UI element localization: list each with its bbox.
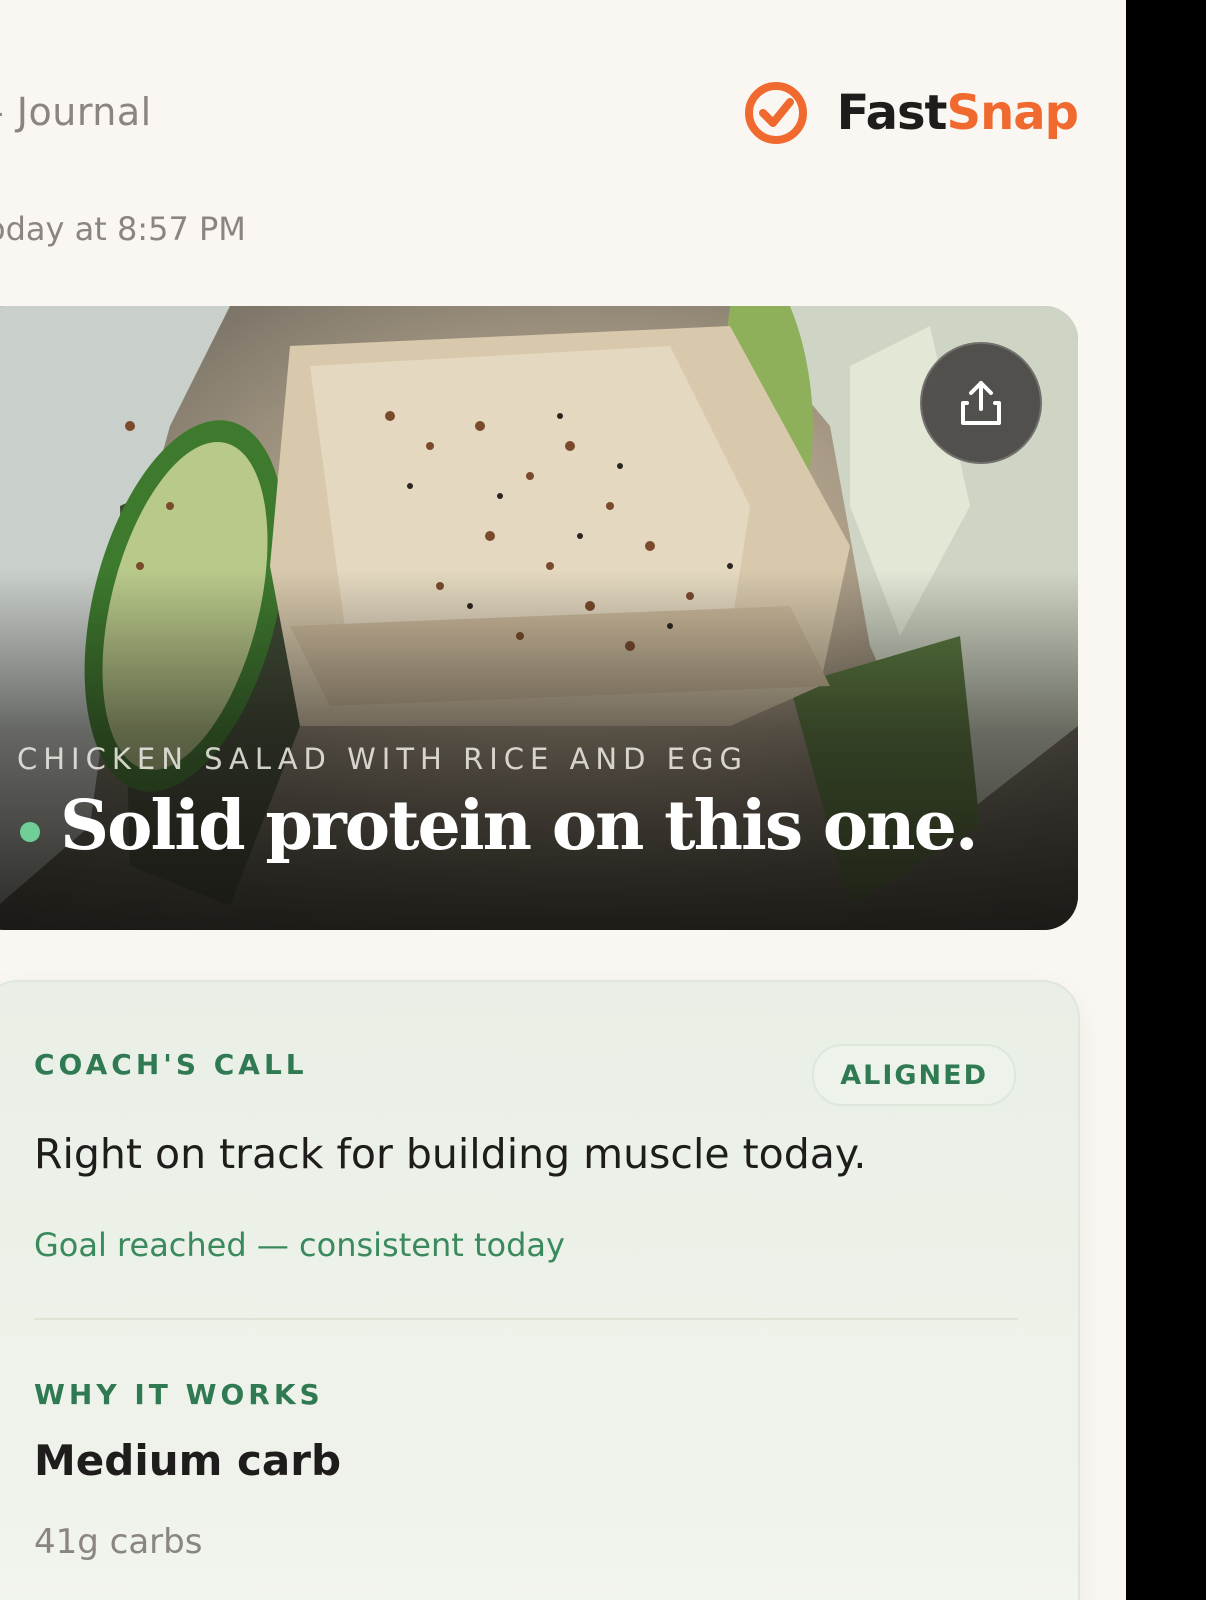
- page-title: - Journal: [0, 90, 152, 134]
- why-detail: 41g carbs: [34, 1522, 203, 1562]
- brand-name-fast: Fast: [836, 85, 948, 141]
- meal-headline-text: Solid protein on this one.: [60, 786, 979, 866]
- goal-note: Goal reached — consistent today: [34, 1226, 565, 1264]
- status-dot-icon: [20, 822, 40, 842]
- divider: [34, 1318, 1018, 1320]
- why-title: Medium carb: [34, 1436, 342, 1485]
- coach-card: COACH'S CALL ALIGNED Right on track for …: [0, 980, 1080, 1600]
- journal-screen: - Journal FastSnap oday at 8:57 PM CHICK…: [0, 0, 1126, 1600]
- coach-section-label: COACH'S CALL: [34, 1048, 308, 1081]
- coach-message: Right on track for building muscle today…: [34, 1130, 867, 1178]
- brand-name: FastSnap: [836, 85, 1079, 141]
- brand-name-snap: Snap: [946, 85, 1079, 141]
- check-circle-logo-icon: [744, 82, 807, 144]
- meal-headline: Solid protein on this one.: [20, 786, 979, 866]
- share-button[interactable]: [920, 342, 1042, 464]
- entry-timestamp: oday at 8:57 PM: [0, 210, 246, 248]
- why-section-label: WHY IT WORKS: [34, 1378, 324, 1411]
- status-badge: ALIGNED: [812, 1044, 1016, 1106]
- brand-logo-group: FastSnap: [743, 80, 1079, 146]
- share-icon: [961, 381, 1001, 425]
- meal-photo-card[interactable]: CHICKEN SALAD WITH RICE AND EGG Solid pr…: [0, 306, 1078, 930]
- meal-name: CHICKEN SALAD WITH RICE AND EGG: [17, 742, 748, 776]
